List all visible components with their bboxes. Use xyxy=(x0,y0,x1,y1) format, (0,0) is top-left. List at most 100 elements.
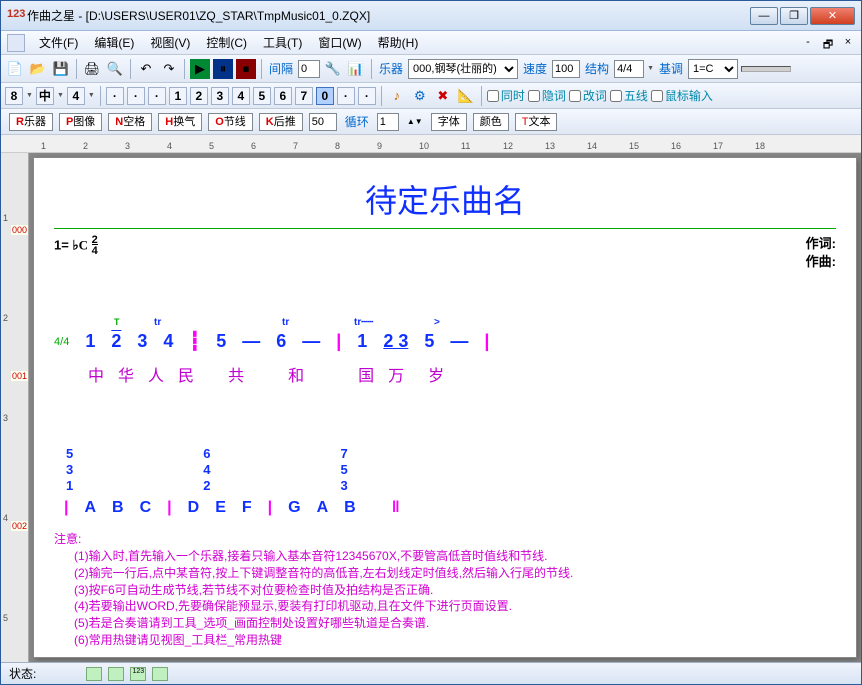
chk-staff[interactable]: 五线 xyxy=(610,87,648,104)
score-line-1[interactable]: T tr tr tr┄┄ > 4/4 12 34 ┇ 5— 6— | 1 2 3… xyxy=(54,331,836,352)
menu-window[interactable]: 窗口(W) xyxy=(310,32,369,53)
menu-help[interactable]: 帮助(H) xyxy=(370,32,427,53)
drop-icon[interactable]: ▼ xyxy=(57,92,64,99)
drop-icon[interactable]: ▼ xyxy=(26,92,33,99)
line-marker: 001 xyxy=(11,371,28,381)
note-dot[interactable]: · xyxy=(148,87,166,105)
app-icon: 123 xyxy=(7,8,23,24)
chk-mouse[interactable]: 鼠标输入 xyxy=(651,87,713,104)
song-title[interactable]: 待定乐曲名 xyxy=(54,176,836,222)
menu-control[interactable]: 控制(C) xyxy=(198,32,255,53)
spin-up-icon[interactable]: ▲▼ xyxy=(405,112,425,132)
lyricist-label[interactable]: 作词: xyxy=(806,235,836,253)
note-dot[interactable]: · xyxy=(106,87,124,105)
tool-icon-2[interactable]: 📊 xyxy=(346,59,366,79)
letter-line[interactable]: | ABC | DEF | GAB ‖ xyxy=(54,499,836,517)
note-6[interactable]: 6 xyxy=(274,87,292,105)
mdi-restore-button[interactable]: 🗗 xyxy=(821,36,835,50)
preview-icon[interactable]: 🔍 xyxy=(105,59,125,79)
status-icon[interactable] xyxy=(152,667,168,681)
pill-barline[interactable]: O节线 xyxy=(208,113,253,131)
notes-block[interactable]: 注意: (1)输入时,首先输入一个乐器,接着只输入基本音符12345670X,不… xyxy=(54,531,836,649)
menubar-icon xyxy=(7,34,25,52)
pill-instrument[interactable]: R乐器 xyxy=(9,113,53,131)
divider xyxy=(54,228,836,229)
v-ruler: 1 2 3 4 5 000 001 002 xyxy=(1,153,29,662)
note-dot[interactable]: · xyxy=(358,87,376,105)
drop-icon[interactable]: ▼ xyxy=(88,92,95,99)
h-ruler: 12 34 56 78 910 1112 1314 1516 1718 xyxy=(1,135,861,153)
speed-label: 速度 xyxy=(521,60,549,77)
font-button[interactable]: 字体 xyxy=(431,113,467,131)
save-icon[interactable]: 💾 xyxy=(51,59,71,79)
key-select[interactable]: 1=C xyxy=(688,59,738,79)
interval-label: 间隔 xyxy=(267,60,295,77)
pill-image[interactable]: P图像 xyxy=(59,113,102,131)
speed-input[interactable] xyxy=(552,60,580,78)
structure-label: 结构 xyxy=(583,60,611,77)
menu-view[interactable]: 视图(V) xyxy=(142,32,198,53)
mdi-minimize-button[interactable]: - xyxy=(801,36,815,50)
window-title: 作曲之星 - [D:\USERS\USER01\ZQ_STAR\TmpMusic… xyxy=(27,7,748,24)
chord-block[interactable]: 531 642 753 xyxy=(54,446,836,493)
lyric-line-1[interactable]: 中华 人民 共 和 国 万 岁 xyxy=(54,362,836,386)
toolbar-actions: R乐器 P图像 N空格 H换气 O节线 K后推 循环 ▲▼ 字体 颜色 TT文本… xyxy=(1,109,861,135)
pause-icon[interactable]: ⏸ xyxy=(213,59,233,79)
menu-file[interactable]: 文件(F) xyxy=(31,32,86,53)
titlebar: 123 作曲之星 - [D:\USERS\USER01\ZQ_STAR\TmpM… xyxy=(1,1,861,31)
chk-simul[interactable]: 同时 xyxy=(487,87,525,104)
text-button[interactable]: TT文本文本 xyxy=(515,113,558,131)
menu-tools[interactable]: 工具(T) xyxy=(255,32,310,53)
menu-edit[interactable]: 编辑(E) xyxy=(86,32,142,53)
note-3[interactable]: 3 xyxy=(211,87,229,105)
loop-label: 循环 xyxy=(343,113,371,130)
note-dot[interactable]: · xyxy=(127,87,145,105)
status-icon[interactable]: 123 xyxy=(130,667,146,681)
statusbar: 状态: 123 xyxy=(1,662,861,684)
stop-icon[interactable]: ⏹ xyxy=(236,59,256,79)
push-input[interactable] xyxy=(309,113,337,131)
volume-slider[interactable] xyxy=(741,66,791,72)
status-icon[interactable] xyxy=(108,667,124,681)
chk-change[interactable]: 改词 xyxy=(569,87,607,104)
instrument-select[interactable]: 000,钢琴(壮丽的) xyxy=(408,59,518,79)
print-icon[interactable]: 🖨 xyxy=(82,59,102,79)
structure-input[interactable] xyxy=(614,60,644,78)
btn-8[interactable]: 8 xyxy=(5,87,23,105)
minimize-button[interactable]: — xyxy=(750,7,778,25)
loop-input[interactable] xyxy=(377,113,399,131)
key-signature[interactable]: 1= ♭C 24 xyxy=(54,235,98,271)
pill-breath[interactable]: H换气 xyxy=(158,113,202,131)
new-icon[interactable]: 📄 xyxy=(5,59,25,79)
close-button[interactable]: ✕ xyxy=(810,7,855,25)
btn-4[interactable]: 4 xyxy=(67,87,85,105)
color-button[interactable]: 颜色 xyxy=(473,113,509,131)
play-icon[interactable]: ▶ xyxy=(190,59,210,79)
structure-drop-icon[interactable]: ▼ xyxy=(647,65,654,72)
edit-icon-4[interactable]: 📐 xyxy=(456,86,476,106)
btn-mid[interactable]: 中 xyxy=(36,87,54,105)
note-1[interactable]: 1 xyxy=(169,87,187,105)
note-4[interactable]: 4 xyxy=(232,87,250,105)
status-icon[interactable] xyxy=(86,667,102,681)
pill-space[interactable]: N空格 xyxy=(108,113,152,131)
pill-push[interactable]: K后推 xyxy=(259,113,303,131)
open-icon[interactable]: 📂 xyxy=(28,59,48,79)
note-0[interactable]: 0 xyxy=(316,87,334,105)
note-5[interactable]: 5 xyxy=(253,87,271,105)
note-2[interactable]: 2 xyxy=(190,87,208,105)
interval-input[interactable] xyxy=(298,60,320,78)
redo-icon[interactable]: ↷ xyxy=(159,59,179,79)
edit-icon-3[interactable]: ✖ xyxy=(433,86,453,106)
note-7[interactable]: 7 xyxy=(295,87,313,105)
undo-icon[interactable]: ↶ xyxy=(136,59,156,79)
edit-icon-2[interactable]: ⚙ xyxy=(410,86,430,106)
document-page[interactable]: 待定乐曲名 1= ♭C 24 作词: 作曲: T tr tr tr┄┄ > 4/… xyxy=(33,157,857,658)
composer-label[interactable]: 作曲: xyxy=(806,253,836,271)
maximize-button[interactable]: ❐ xyxy=(780,7,808,25)
tool-icon-1[interactable]: 🔧 xyxy=(323,59,343,79)
chk-hide[interactable]: 隐词 xyxy=(528,87,566,104)
edit-icon-1[interactable]: ♪ xyxy=(387,86,407,106)
mdi-close-button[interactable]: × xyxy=(841,36,855,50)
note-dot[interactable]: · xyxy=(337,87,355,105)
